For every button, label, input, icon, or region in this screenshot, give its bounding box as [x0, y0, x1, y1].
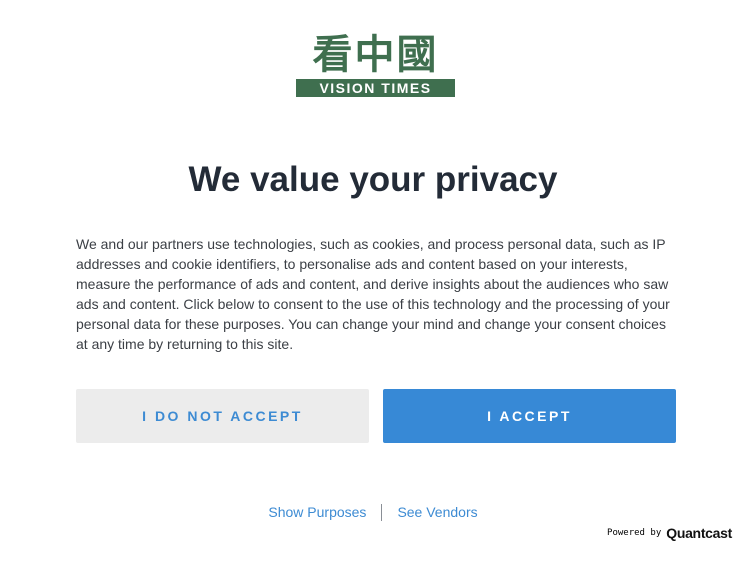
powered-by-quantcast[interactable]: Powered by Quantcast [607, 524, 732, 542]
link-divider [381, 503, 383, 521]
show-purposes-link[interactable]: Show Purposes [268, 504, 366, 520]
powered-by-label: Powered by [607, 528, 662, 538]
quantcast-brand: Quantcast [666, 525, 732, 541]
secondary-links: Show Purposes See Vendors [0, 502, 746, 522]
see-vendors-link[interactable]: See Vendors [397, 504, 477, 520]
do-not-accept-button[interactable]: I DO NOT ACCEPT [76, 389, 369, 443]
accept-button[interactable]: I ACCEPT [383, 389, 676, 443]
page-title: We value your privacy [188, 160, 558, 199]
logo-english-text: VISION TIMES [296, 79, 455, 97]
logo-chinese-text: 看中國 [312, 32, 439, 78]
vision-times-logo: 看中國 VISION TIMES [294, 33, 457, 99]
privacy-description: We and our partners use technologies, su… [76, 236, 670, 352]
